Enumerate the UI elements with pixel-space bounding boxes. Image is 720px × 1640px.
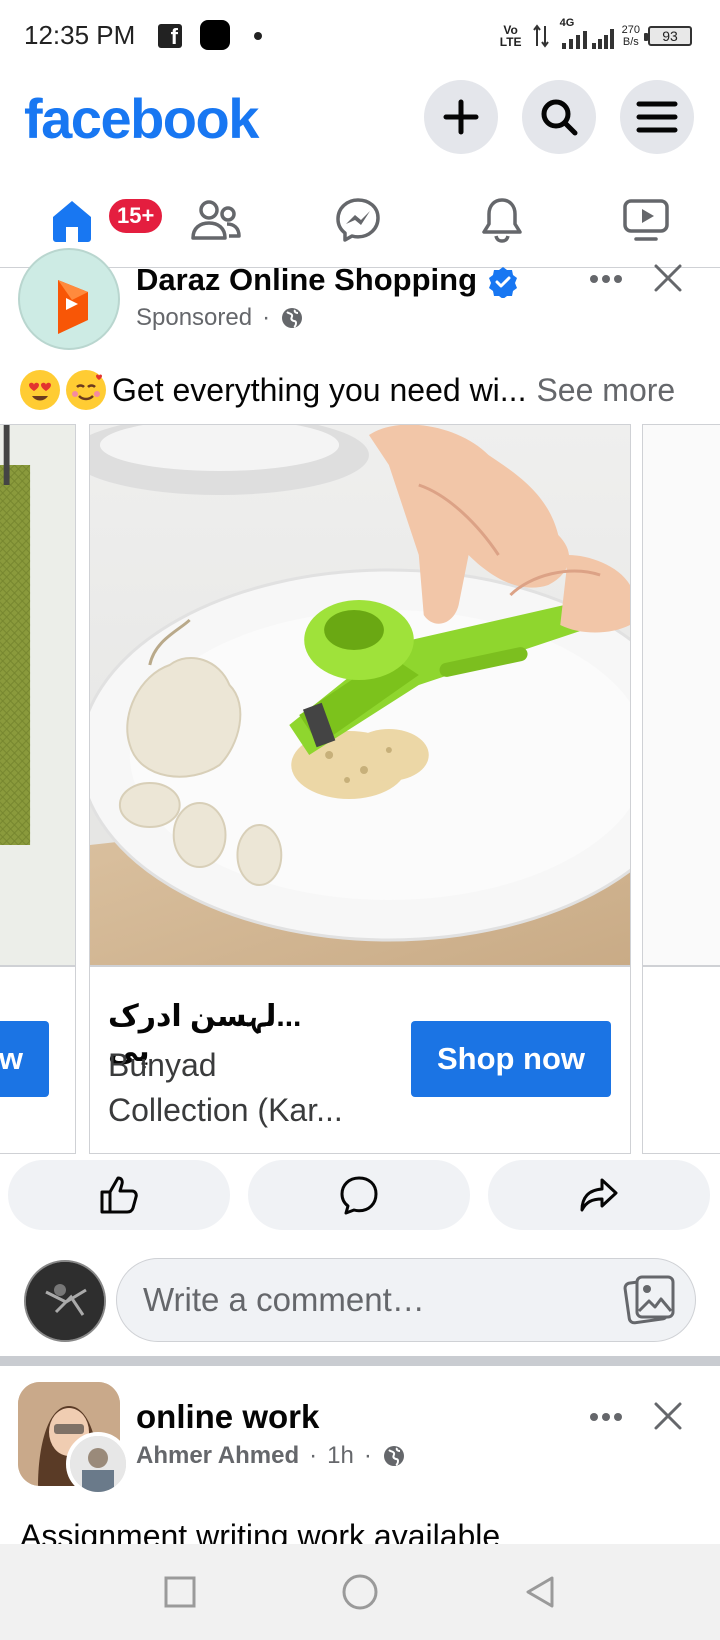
carousel-card[interactable]: ...لہسن ادرک پی Bunyad Collection (Kar..… — [89, 424, 631, 1154]
comment-placeholder: Write a comment… — [143, 1281, 425, 1318]
dot-separator: · — [309, 1442, 318, 1469]
post-meta: Sponsored · — [136, 304, 304, 332]
user-avatar[interactable] — [24, 1260, 106, 1342]
bell-icon — [482, 198, 522, 243]
shop-now-button[interactable]: Shop now — [411, 1021, 611, 1097]
comment-input[interactable]: Write a comment… — [116, 1258, 696, 1342]
facebook-logo[interactable]: facebook — [24, 86, 259, 151]
friends-icon — [191, 200, 241, 240]
messenger-icon — [336, 198, 380, 242]
heart-eyes-emoji — [20, 370, 60, 410]
comment-icon — [340, 1176, 378, 1215]
signal-icon: 4G — [558, 17, 614, 51]
post2-options-button[interactable] — [584, 1402, 628, 1432]
daraz-logo — [58, 280, 88, 334]
back-triangle-icon — [526, 1576, 554, 1608]
product-image-prev — [0, 425, 75, 965]
tab-friends[interactable] — [180, 184, 252, 256]
close-icon[interactable] — [650, 1398, 686, 1434]
post-author-name[interactable]: Daraz Online Shopping — [136, 262, 477, 297]
speed-value: 270 — [621, 24, 640, 36]
group-name[interactable]: online work — [136, 1398, 319, 1436]
network-speed: 270 B/s — [622, 24, 640, 48]
like-icon — [100, 1176, 138, 1214]
post-text: Get everything you need wi... See more — [20, 370, 675, 410]
square-icon — [164, 1576, 196, 1608]
speed-unit: B/s — [622, 36, 639, 48]
status-indicators: Vo LTE 4G 270 B/s 93 — [498, 17, 692, 52]
search-icon — [541, 99, 578, 136]
post2-meta: Ahmer Ahmed · 1h · — [136, 1442, 406, 1470]
globe-icon — [383, 1446, 404, 1466]
post-author[interactable]: Daraz Online Shopping — [136, 262, 519, 298]
comment-button[interactable] — [248, 1160, 470, 1230]
facebook-notification-icon: f — [158, 24, 182, 49]
tab-bar: 15+ — [0, 170, 720, 268]
search-button[interactable] — [522, 80, 596, 154]
tab-video[interactable] — [610, 184, 682, 256]
feed-divider — [0, 1356, 720, 1366]
product-image — [90, 425, 630, 965]
share-button[interactable] — [488, 1160, 710, 1230]
post2-author[interactable]: Ahmer Ahmed — [136, 1442, 299, 1470]
carousel-card-prev[interactable]: ow — [0, 424, 76, 1154]
shop-now-button-prev[interactable]: ow — [0, 1021, 49, 1097]
share-icon — [580, 1178, 618, 1212]
smiling-hearts-emoji — [66, 370, 106, 410]
product-seller: Bunyad Collection (Kar... — [108, 1043, 388, 1133]
home-nav-button[interactable] — [332, 1564, 388, 1620]
product-image-next — [643, 425, 720, 965]
post-body-text: Get everything you need wi... — [112, 371, 527, 408]
globe-icon — [282, 308, 303, 328]
plus-icon — [443, 99, 479, 135]
sponsored-label[interactable]: Sponsored — [136, 304, 252, 332]
volte-indicator: Vo LTE — [499, 23, 522, 49]
home-icon — [53, 201, 91, 242]
back-button[interactable] — [512, 1564, 568, 1620]
create-button[interactable] — [424, 80, 498, 154]
menu-button[interactable] — [620, 80, 694, 154]
verified-badge-icon — [489, 266, 518, 298]
seller-line-1: Bunyad — [108, 1047, 217, 1083]
video-icon — [623, 199, 669, 241]
author-avatar[interactable] — [66, 1432, 130, 1496]
daraz-avatar[interactable] — [18, 248, 120, 350]
dot-separator: · — [363, 1442, 372, 1469]
status-time: 12:35 PM — [24, 20, 136, 50]
status-bar: 12:35 PM f Vo LTE 4G 270 B/s 93 — [0, 0, 720, 72]
close-icon[interactable] — [650, 260, 686, 296]
seller-line-2: Collection (Kar... — [108, 1092, 343, 1128]
recents-button[interactable] — [152, 1564, 208, 1620]
home-badge: 15+ — [106, 196, 166, 236]
app-header: facebook — [0, 72, 720, 164]
circle-icon — [342, 1574, 378, 1610]
system-nav-bar — [0, 1544, 720, 1640]
post-options-button[interactable] — [584, 264, 628, 294]
data-arrows-icon — [532, 24, 549, 48]
carousel-card-next[interactable] — [642, 424, 720, 1154]
menu-icon — [636, 101, 678, 133]
tab-messenger[interactable] — [322, 184, 394, 256]
see-more-link[interactable]: See more — [536, 372, 675, 409]
post2-time[interactable]: 1h — [327, 1442, 354, 1470]
more-notifications-dot — [254, 32, 262, 40]
tab-notifications[interactable] — [466, 184, 538, 256]
tab-home[interactable]: 15+ — [36, 184, 166, 256]
app-notification-icon — [200, 20, 230, 50]
dot-separator: · — [262, 304, 271, 331]
photo-attach-icon[interactable] — [623, 1271, 677, 1327]
like-button[interactable] — [8, 1160, 230, 1230]
battery-icon: 93 — [644, 26, 692, 46]
